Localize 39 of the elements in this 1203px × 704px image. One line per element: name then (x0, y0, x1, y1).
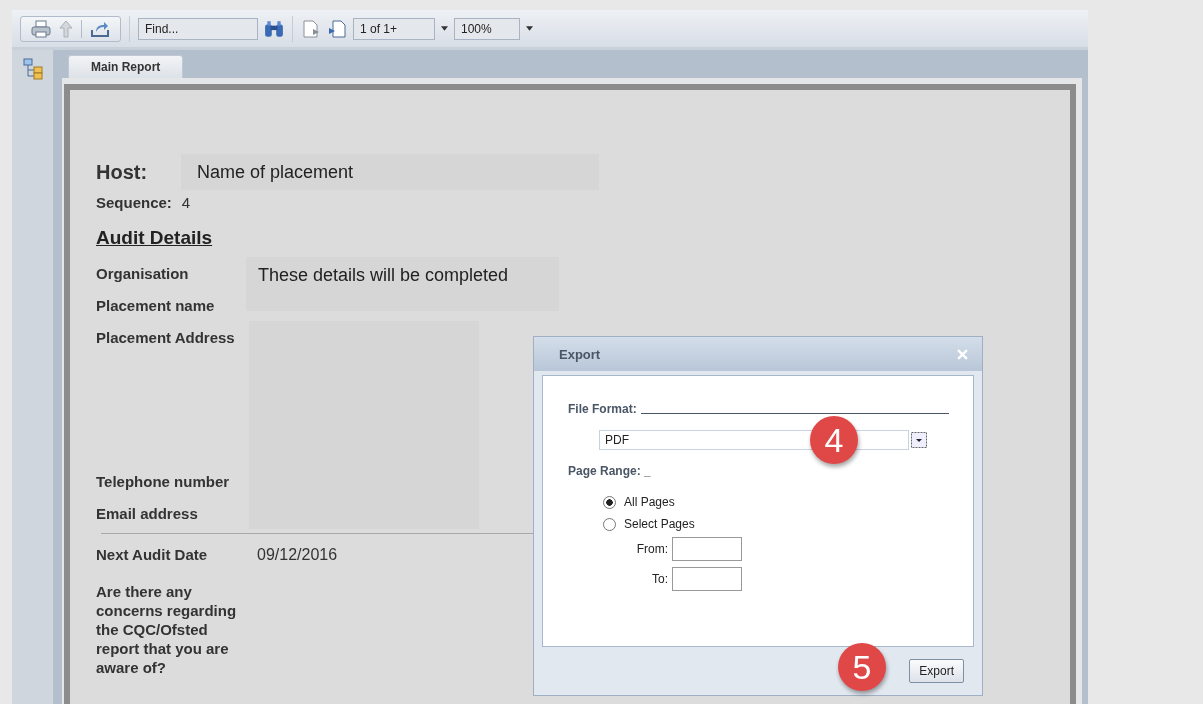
host-value: Name of placement (181, 154, 599, 190)
field-label: Placement Address (96, 328, 236, 348)
radio-button[interactable] (603, 495, 616, 509)
dialog-title: Export (559, 346, 601, 362)
binoculars-icon[interactable] (264, 19, 284, 38)
field-label: Placement name (96, 296, 216, 314)
sequence-label: Sequence: (96, 194, 172, 211)
to-field[interactable] (672, 567, 742, 591)
field-label: Organisation (96, 264, 190, 282)
section-title: Audit Details (96, 227, 214, 249)
caret-icon[interactable] (526, 26, 533, 31)
radio-button[interactable] (603, 517, 616, 531)
details-note: These details will be completed (258, 265, 509, 285)
host-label: Host: (96, 160, 149, 184)
page-icon[interactable] (327, 19, 347, 38)
from-field[interactable] (672, 537, 742, 561)
export-icon[interactable] (90, 19, 110, 38)
dropdown-icon[interactable] (911, 431, 927, 449)
field-label: Telephone number (96, 472, 231, 490)
zoom-field[interactable]: 100% (454, 17, 520, 40)
export-button[interactable]: Export (909, 659, 964, 683)
find-field[interactable]: Find... (138, 17, 258, 40)
next-audit-label: Next Audit Date (96, 546, 209, 563)
from-label: From: (635, 542, 668, 556)
file-format-label: File Format: (568, 402, 637, 416)
radio-option[interactable]: All Pages (603, 495, 949, 509)
radio-option[interactable]: Select Pages (603, 517, 949, 531)
next-audit-date: 09/12/2016 (257, 546, 338, 564)
caret-icon[interactable] (441, 26, 448, 31)
sequence-value: 4 (181, 194, 191, 211)
tree-icon[interactable] (22, 58, 43, 80)
to-label: To: (651, 572, 668, 586)
report-tab[interactable]: Main Report (68, 55, 184, 78)
page-range-label: Page Range: _ (568, 464, 652, 478)
printer-icon[interactable] (31, 19, 51, 38)
field-label: Email address (96, 504, 199, 522)
page-icon[interactable] (301, 19, 321, 38)
question-text: Are there any concerns regarding the CQC/Ofsted report that you are aware of? (96, 582, 238, 677)
page-field[interactable]: 1 of 1+ (353, 17, 435, 40)
